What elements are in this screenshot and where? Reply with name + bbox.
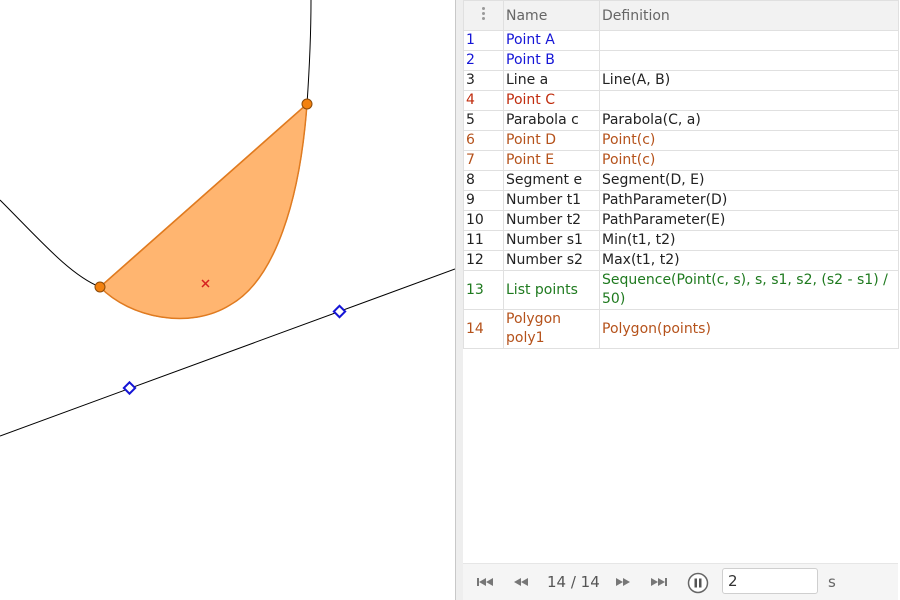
row-definition: Line(A, B) [599, 70, 899, 91]
pause-icon [687, 572, 709, 594]
row-number: 10 [463, 210, 504, 231]
protocol-row[interactable]: 11 Number s1 Min(t1, t2) [463, 230, 899, 251]
protocol-row[interactable]: 3 Line a Line(A, B) [463, 70, 899, 91]
protocol-row[interactable]: 13 List points Sequence(Point(c, s), s, s1… [463, 270, 899, 310]
last-step-icon [651, 578, 667, 586]
split-divider[interactable] [455, 0, 463, 600]
row-definition: Max(t1, t2) [599, 250, 899, 271]
row-number: 6 [463, 130, 504, 151]
header-name[interactable]: Name [503, 0, 600, 31]
row-name: Point C [503, 90, 600, 111]
protocol-row[interactable]: 7 Point E Point(c) [463, 150, 899, 171]
row-definition: Segment(D, E) [599, 170, 899, 191]
point-d[interactable] [94, 281, 106, 293]
protocol-table: Name Definition 1 Point A 2 Point B 3 Line … [463, 0, 899, 349]
row-definition: Min(t1, t2) [599, 230, 899, 251]
row-number: 9 [463, 190, 504, 211]
row-number: 1 [463, 30, 504, 51]
protocol-row[interactable]: 8 Segment e Segment(D, E) [463, 170, 899, 191]
row-definition: Point(c) [599, 150, 899, 171]
row-name: Number s1 [503, 230, 600, 251]
speed-unit: s [828, 573, 836, 591]
row-name: Point E [503, 150, 600, 171]
row-name: Number t2 [503, 210, 600, 231]
row-number: 3 [463, 70, 504, 91]
row-definition [599, 50, 899, 71]
row-definition: Point(c) [599, 130, 899, 151]
navigation-bar: 14 / 14 s [463, 563, 898, 600]
row-definition: PathParameter(D) [599, 190, 899, 211]
step-counter: 14 / 14 [547, 573, 600, 591]
next-step-icon [616, 578, 630, 586]
row-name: List points [503, 270, 600, 310]
row-number: 4 [463, 90, 504, 111]
protocol-row[interactable]: 2 Point B [463, 50, 899, 71]
first-step-button[interactable] [475, 574, 495, 590]
row-definition [599, 30, 899, 51]
first-step-icon [477, 578, 493, 586]
row-number: 11 [463, 230, 504, 251]
row-number: 12 [463, 250, 504, 271]
protocol-row[interactable]: 9 Number t1 PathParameter(D) [463, 190, 899, 211]
row-definition: Sequence(Point(c, s), s, s1, s2, (s2 - s… [599, 270, 899, 310]
row-number: 5 [463, 110, 504, 131]
protocol-row[interactable]: 10 Number t2 PathParameter(E) [463, 210, 899, 231]
row-name: Polygon poly1 [503, 309, 600, 349]
point-b[interactable] [332, 304, 347, 319]
row-definition: Polygon(points) [599, 309, 899, 349]
graphics-canvas[interactable] [0, 0, 455, 600]
row-name: Line a [503, 70, 600, 91]
row-name: Point B [503, 50, 600, 71]
row-name: Parabola c [503, 110, 600, 131]
row-name: Segment e [503, 170, 600, 191]
protocol-row[interactable]: 4 Point C [463, 90, 899, 111]
row-number: 8 [463, 170, 504, 191]
row-number: 2 [463, 50, 504, 71]
protocol-row[interactable]: 12 Number s2 Max(t1, t2) [463, 250, 899, 271]
last-step-button[interactable] [649, 574, 669, 590]
protocol-row[interactable]: 6 Point D Point(c) [463, 130, 899, 151]
point-a[interactable] [122, 380, 137, 396]
header-definition[interactable]: Definition [599, 0, 899, 31]
row-name: Point D [503, 130, 600, 151]
play-pause-button[interactable] [687, 572, 709, 594]
row-number: 14 [463, 309, 504, 349]
row-definition [599, 90, 899, 111]
point-e[interactable] [301, 98, 313, 110]
next-step-button[interactable] [613, 574, 633, 590]
row-name: Number t1 [503, 190, 600, 211]
previous-step-icon [514, 578, 528, 586]
graphics-view[interactable] [0, 0, 455, 600]
construction-protocol: Name Definition 1 Point A 2 Point B 3 Line … [463, 0, 900, 600]
vertical-dots-icon [481, 5, 486, 22]
previous-step-button[interactable] [511, 574, 531, 590]
column-menu-button[interactable] [463, 0, 504, 31]
row-name: Number s2 [503, 250, 600, 271]
row-number: 13 [463, 270, 504, 310]
protocol-row[interactable]: 14 Polygon poly1 Polygon(points) [463, 309, 899, 349]
protocol-row[interactable]: 1 Point A [463, 30, 899, 51]
protocol-rows: 1 Point A 2 Point B 3 Line a Line(A, B) 4 Poi… [463, 30, 899, 349]
row-definition: Parabola(C, a) [599, 110, 899, 131]
row-name: Point A [503, 30, 600, 51]
row-number: 7 [463, 150, 504, 171]
speed-input[interactable] [722, 568, 818, 594]
row-definition: PathParameter(E) [599, 210, 899, 231]
protocol-row[interactable]: 5 Parabola c Parabola(C, a) [463, 110, 899, 131]
